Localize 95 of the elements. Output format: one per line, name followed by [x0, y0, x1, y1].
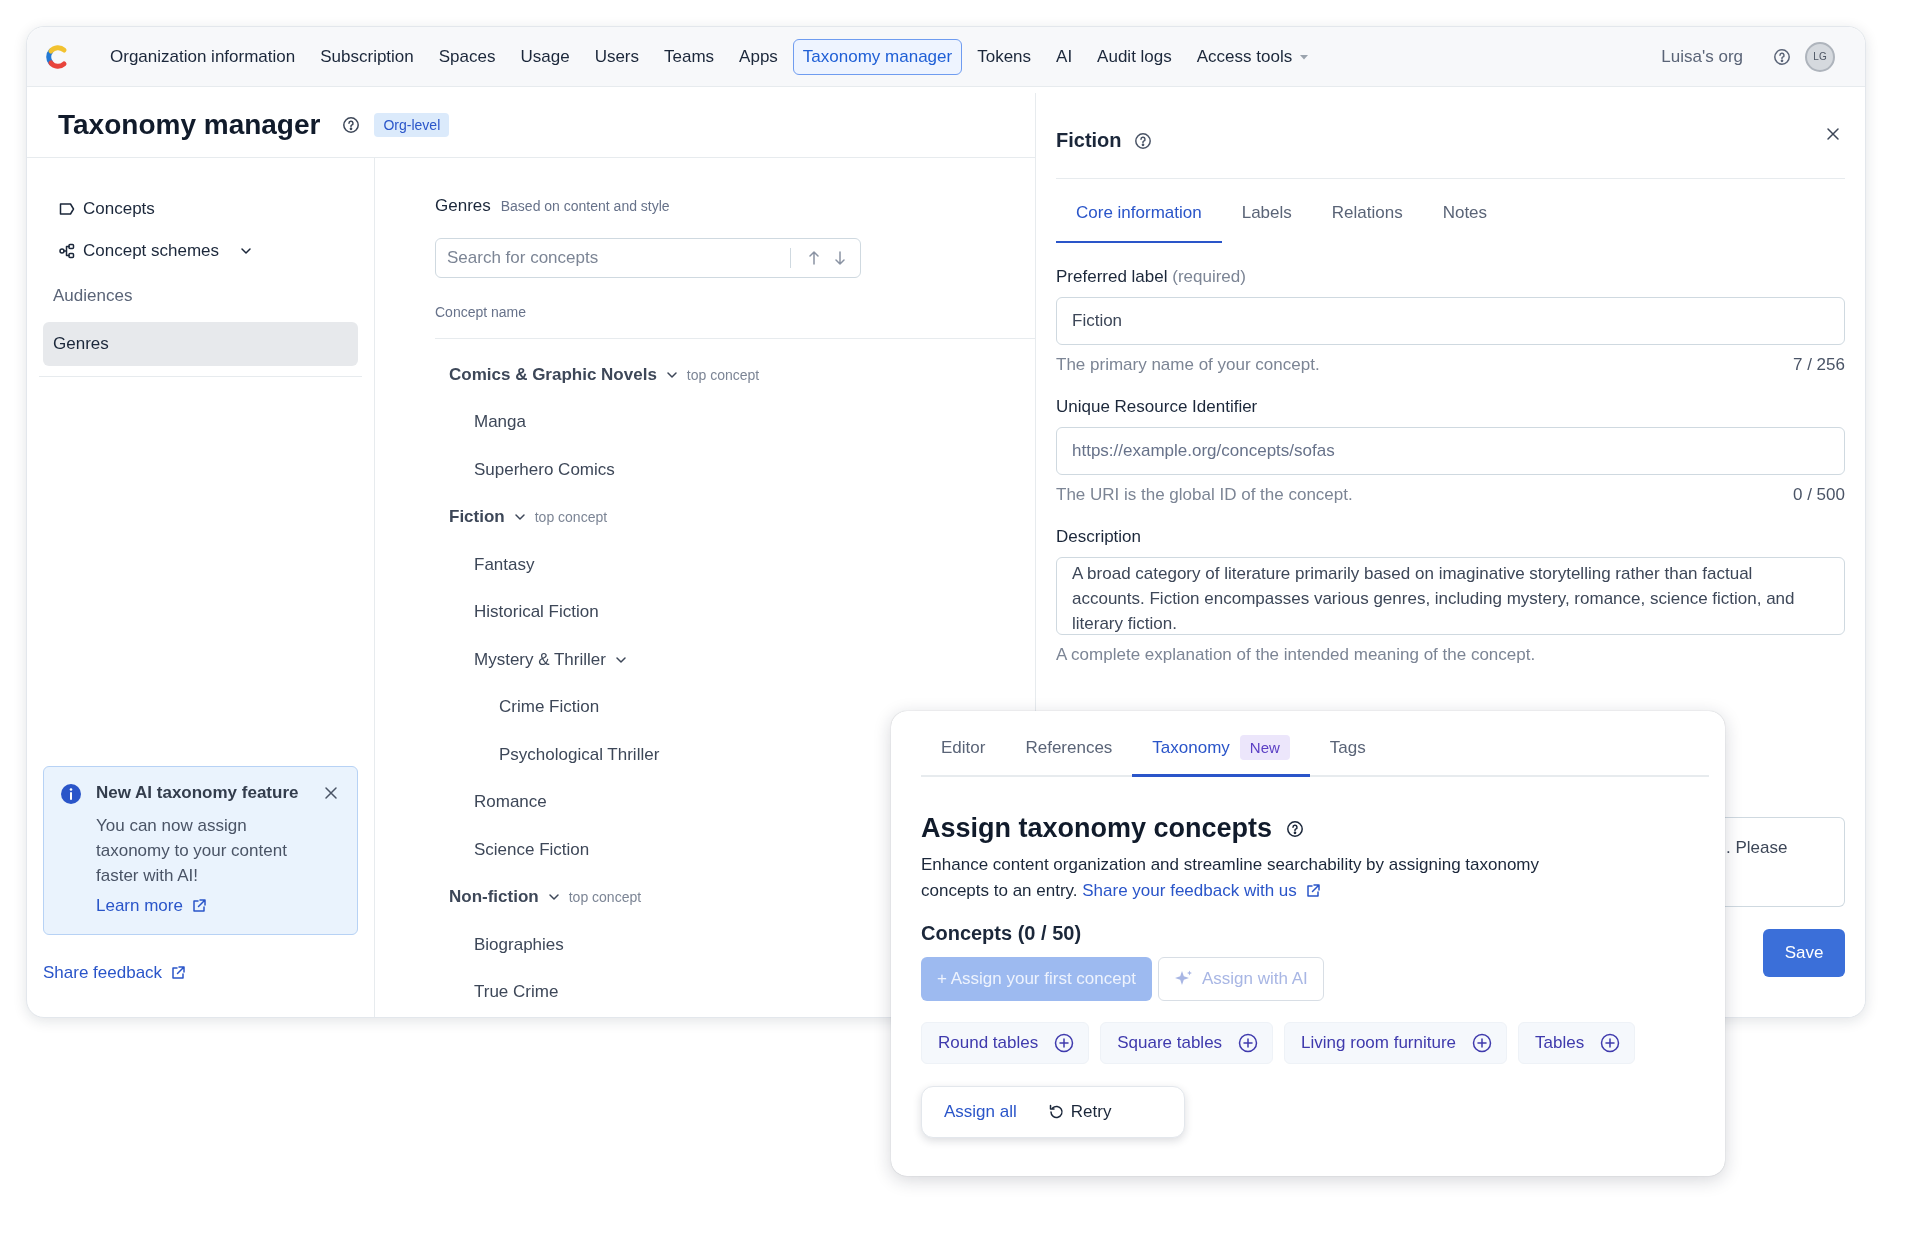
concept-item[interactable]: Fiction	[449, 507, 505, 528]
suggestion-chip[interactable]: Tables	[1518, 1022, 1636, 1064]
notice-text: You can now assign taxonomy to your content faster with AI!	[96, 815, 288, 887]
nav-tab[interactable]: AI	[1046, 38, 1083, 75]
external-link-icon	[1304, 883, 1321, 899]
help-icon	[342, 116, 361, 134]
avatar[interactable]: LG	[1805, 41, 1835, 72]
save-button[interactable]: Save	[1763, 929, 1845, 977]
plus-circle-icon	[1472, 1033, 1493, 1053]
close-icon	[323, 785, 339, 801]
org-level-badge: Org-level	[374, 113, 450, 137]
new-badge: New	[1239, 735, 1290, 760]
concept-item[interactable]: Fantasy	[474, 554, 535, 575]
scheme-title: Genres	[435, 196, 491, 216]
nav-tab[interactable]: Subscription	[310, 38, 424, 75]
field-label: Unique Resource Identifier	[1056, 397, 1259, 417]
search-field[interactable]: Search for concepts	[435, 238, 861, 278]
help-text: The primary name of your concept.	[1056, 355, 1320, 375]
plus-circle-icon	[1054, 1033, 1075, 1053]
help-icon	[1133, 131, 1152, 150]
close-icon	[1825, 125, 1841, 142]
nav-tab[interactable]: Users	[584, 38, 650, 75]
column-header: Concept name	[435, 304, 1035, 339]
share-feedback-link[interactable]: Share feedback	[43, 963, 187, 983]
scheme-subtitle: Based on content and style	[500, 198, 670, 214]
nav-tab[interactable]: Tokens	[967, 38, 1042, 75]
hierarchy-icon	[59, 243, 75, 259]
tab[interactable]: Core information	[1056, 189, 1222, 243]
help-text: A complete explanation of the intended meaning of the concept.	[1056, 645, 1536, 665]
retry-button[interactable]: Retry	[1046, 1102, 1112, 1122]
concept-tag: top concept	[686, 366, 760, 383]
notice-title: New AI taxonomy feature	[96, 783, 300, 804]
concept-item[interactable]: Mystery & Thriller	[474, 649, 606, 670]
concept-item[interactable]: Non-fiction	[449, 887, 539, 908]
concept-item[interactable]: True Crime	[474, 982, 559, 1003]
concept-item[interactable]: Romance	[474, 792, 547, 813]
plus-circle-icon	[1238, 1033, 1259, 1053]
tab[interactable]: Relations	[1311, 189, 1423, 243]
learn-more-link[interactable]: Learn more	[96, 896, 207, 916]
tab[interactable]: References	[1005, 725, 1133, 777]
concepts-heading: Concepts (0 / 50)	[921, 922, 1083, 945]
panel-title: Fiction	[1056, 129, 1122, 152]
nav-tab[interactable]: Audit logs	[1087, 38, 1182, 75]
nav-tab[interactable]: Organization information	[100, 38, 306, 75]
tab[interactable]: Tags	[1309, 725, 1386, 777]
concept-item[interactable]: Psychological Thriller	[499, 744, 660, 765]
nav-tab[interactable]: Taxonomy manager	[792, 38, 963, 75]
concept-item[interactable]: Historical Fiction	[474, 602, 599, 623]
nav-tab[interactable]: Usage	[510, 38, 580, 75]
concept-tag: top concept	[568, 889, 642, 906]
nav-tab[interactable]: Apps	[729, 38, 788, 75]
concept-item[interactable]: Comics & Graphic Novels	[449, 364, 657, 385]
help-icon	[1286, 819, 1305, 838]
help-icon	[1773, 47, 1791, 66]
tab[interactable]: Labels	[1221, 189, 1312, 243]
nav-tab[interactable]: Access tools	[1186, 38, 1321, 75]
info-icon	[60, 783, 82, 805]
assign-all-button[interactable]: Assign all	[944, 1102, 1017, 1122]
concept-tag: top concept	[534, 509, 608, 526]
scheme-item[interactable]: Audiences	[43, 274, 358, 318]
suggestion-chip[interactable]: Living room furniture	[1284, 1022, 1508, 1064]
concept-item[interactable]: Science Fiction	[474, 839, 590, 860]
suggestion-chip[interactable]: Round tables	[921, 1022, 1090, 1064]
feedback-link[interactable]: Share your feedback with us	[1082, 878, 1321, 904]
tab[interactable]: Notes	[1422, 189, 1508, 243]
card-title: Assign taxonomy concepts	[921, 813, 1273, 844]
sidebar-item[interactable]: Concepts	[43, 188, 358, 230]
nav-tab[interactable]: Teams	[654, 38, 725, 75]
field-label: Description	[1056, 527, 1143, 547]
character-count: 7 / 256	[1793, 355, 1845, 375]
scheme-item[interactable]: Genres	[43, 322, 358, 366]
text-field[interactable]: https://example.org/concepts/sofas	[1056, 427, 1845, 475]
concept-item[interactable]: Manga	[474, 412, 526, 433]
help-text: The URI is the global ID of the concept.	[1056, 485, 1353, 505]
external-link-icon	[170, 965, 187, 981]
card-description: Enhance content organization and streamline searchability by assigning taxonomy concepts to an entry. Share your feedback with us	[921, 852, 1571, 904]
concept-item[interactable]: Biographies	[474, 934, 564, 955]
plus-circle-icon	[1600, 1033, 1621, 1053]
arrow-down-icon	[833, 250, 847, 266]
sidebar-item[interactable]: Concept schemes	[43, 230, 358, 272]
character-count: 0 / 500	[1793, 485, 1845, 505]
tag-icon	[59, 202, 75, 216]
suggestion-chip[interactable]: Square tables	[1100, 1022, 1274, 1064]
tab[interactable]: Editor	[921, 725, 1006, 777]
text-field[interactable]: Fiction	[1056, 297, 1845, 345]
external-link-icon	[190, 898, 207, 914]
description-field[interactable]: A broad category of literature primarily based on imaginative storytelling rather than factual accounts. Fiction encompasses various genres, including mystery, romance, science fiction, and literary fiction.	[1056, 557, 1845, 635]
arrow-up-icon	[807, 250, 821, 266]
page-title: Taxonomy manager	[58, 109, 321, 141]
concept-item[interactable]: Crime Fiction	[499, 697, 600, 718]
field-label: Preferred label (required)	[1056, 267, 1247, 287]
tab[interactable]: Taxonomy New	[1132, 725, 1310, 777]
nav-tab[interactable]: Spaces	[428, 38, 506, 75]
concept-item[interactable]: Superhero Comics	[474, 459, 615, 480]
org-name[interactable]: Luisa's org	[1661, 46, 1743, 67]
